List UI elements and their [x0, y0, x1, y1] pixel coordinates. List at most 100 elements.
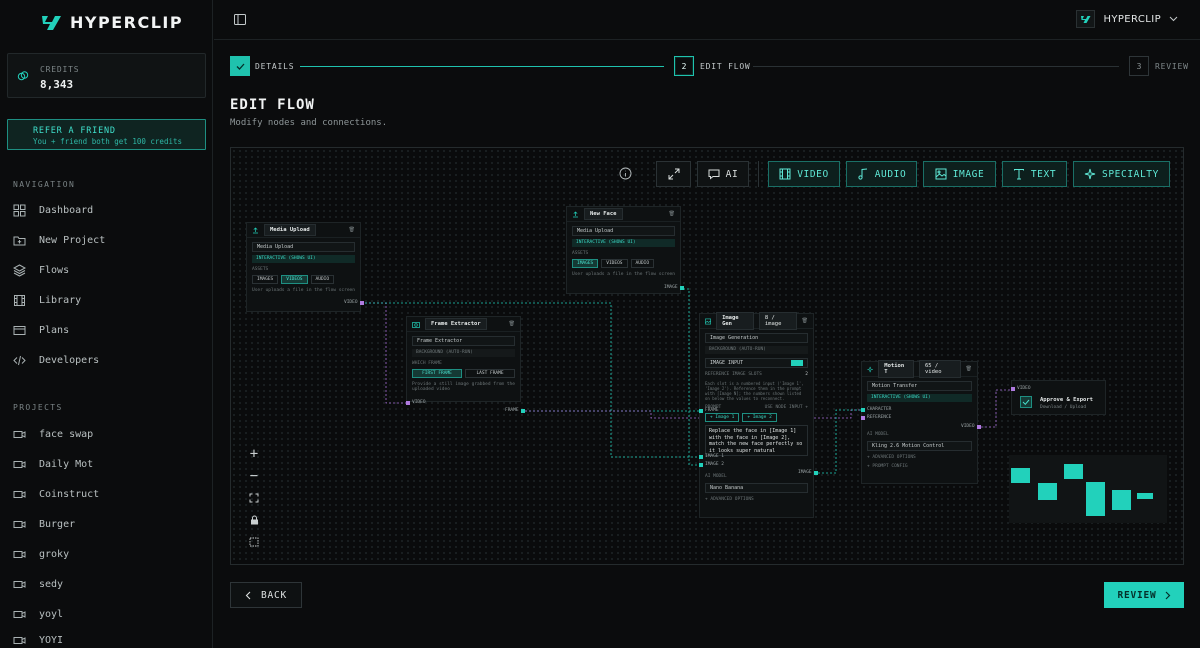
port-in-image-1[interactable]: IMAGE 1 — [699, 454, 724, 459]
selection-button[interactable] — [244, 532, 264, 552]
project-item[interactable]: YOYI — [13, 632, 63, 648]
port-in-character[interactable]: CHARACTER — [861, 407, 891, 412]
refer-friend-button[interactable]: REFER A FRIEND You + friend both get 100… — [7, 119, 206, 150]
nav-item-plans[interactable]: Plans — [13, 322, 69, 338]
trash-icon[interactable]: 🗑 — [802, 318, 808, 324]
credits-label: CREDITS — [40, 65, 80, 74]
node-title: New Face — [584, 208, 623, 220]
brand-name: HYPERCLIP — [70, 13, 184, 32]
chip-videos[interactable]: VIDEOS — [601, 259, 628, 268]
port-out-frame[interactable]: FRAME — [505, 408, 525, 413]
trash-icon[interactable]: 🗑 — [349, 227, 355, 233]
chip-first-frame[interactable]: FIRST FRAME — [412, 369, 462, 378]
advanced-options-toggle[interactable]: + ADVANCED OPTIONS — [705, 497, 808, 502]
category-label: TEXT — [1030, 168, 1057, 180]
port-in-image-2[interactable]: IMAGE 2 — [699, 462, 724, 467]
text-icon — [1013, 169, 1024, 180]
chip-image-1[interactable]: + Image 1 — [705, 413, 740, 422]
chip-images[interactable]: IMAGES — [572, 259, 599, 268]
project-item[interactable]: groky — [13, 546, 69, 562]
category-label: AUDIO — [874, 168, 907, 180]
user-menu[interactable]: HYPERCLIP — [1076, 10, 1178, 28]
lock-button[interactable] — [244, 510, 264, 530]
refer-subtitle: You + friend both get 100 credits — [33, 137, 183, 146]
nav-item-new-project[interactable]: New Project — [13, 232, 105, 248]
port-in-video[interactable]: VIDEO — [406, 400, 426, 405]
music-note-icon — [858, 168, 867, 180]
node-subtitle: Download / Upload — [1040, 405, 1087, 410]
ai-button[interactable]: AI — [697, 161, 749, 187]
review-button[interactable]: REVIEW — [1104, 582, 1184, 608]
category-audio-button[interactable]: AUDIO — [846, 161, 917, 187]
port-in-reference[interactable]: REFERENCE — [861, 415, 891, 420]
nav-item-flows[interactable]: Flows — [13, 262, 69, 278]
node-type-select[interactable]: Motion Transfer — [867, 381, 972, 391]
toggle-switch[interactable] — [791, 360, 803, 366]
chip-audio[interactable]: AUDIO — [310, 275, 335, 284]
sidebar-toggle-icon[interactable] — [234, 14, 246, 25]
prompt-textarea[interactable]: Replace the face in [Image 1] with the f… — [705, 425, 808, 456]
step-1-box[interactable] — [230, 56, 250, 76]
category-specialty-button[interactable]: SPECIALTY — [1073, 161, 1170, 187]
info-icon[interactable] — [619, 167, 632, 180]
back-button[interactable]: BACK — [230, 582, 302, 608]
node-image-gen[interactable]: Image Gen 8 / image 🗑 Image Generation B… — [699, 312, 814, 518]
model-select[interactable]: Kling 2.6 Motion Control — [867, 441, 972, 451]
coins-icon — [17, 71, 29, 81]
project-item[interactable]: Coinstruct — [13, 486, 99, 502]
node-new-face[interactable]: New Face 🗑 Media Upload INTERACTIVE (SHO… — [566, 206, 681, 294]
category-text-button[interactable]: TEXT — [1002, 161, 1067, 187]
use-node-input-button[interactable]: USE NODE INPUT + — [765, 405, 808, 410]
port-out-image[interactable]: IMAGE — [798, 470, 818, 475]
project-item[interactable]: face swap — [13, 426, 93, 442]
flow-canvas[interactable]: AI VIDEO AUDIO IMAGE TEXT SPECIALTY Medi — [230, 147, 1184, 565]
minimap[interactable] — [1009, 455, 1167, 523]
mode-badge: INTERACTIVE (SHOWS UI) — [252, 255, 355, 263]
chip-last-frame[interactable]: LAST FRAME — [465, 369, 515, 378]
node-type-select[interactable]: Media Upload — [252, 242, 355, 252]
node-motion-transfer[interactable]: Motion T 65 / video 🗑 Motion Transfer IN… — [861, 360, 978, 484]
node-type-select[interactable]: Image Generation — [705, 333, 808, 343]
nav-item-library[interactable]: Library — [13, 292, 81, 308]
node-type-select[interactable]: Media Upload — [572, 226, 675, 236]
chip-videos[interactable]: VIDEOS — [281, 275, 308, 284]
port-in-video[interactable]: VIDEO — [1011, 386, 1031, 391]
refs-count[interactable]: 2 — [805, 372, 808, 377]
project-item[interactable]: Daily Mot — [13, 456, 93, 472]
port-out-video[interactable]: VIDEO — [344, 300, 364, 305]
node-media-upload[interactable]: Media Upload 🗑 Media Upload INTERACTIVE … — [246, 222, 361, 312]
video-camera-icon — [13, 610, 26, 618]
port-in-frame[interactable]: FRAME — [699, 408, 719, 413]
trash-icon[interactable]: 🗑 — [669, 211, 675, 217]
chip-image-2[interactable]: + Image 2 — [742, 413, 777, 422]
fit-view-button[interactable] — [244, 488, 264, 508]
nav-item-dashboard[interactable]: Dashboard — [13, 202, 93, 218]
port-out-video[interactable]: VIDEO — [961, 424, 981, 429]
zoom-in-button[interactable]: + — [244, 444, 264, 464]
trash-icon[interactable]: 🗑 — [966, 366, 972, 372]
node-frame-extractor[interactable]: Frame Extractor 🗑 Frame Extractor BACKGR… — [406, 316, 521, 402]
category-image-button[interactable]: IMAGE — [923, 161, 996, 187]
node-type-select[interactable]: Frame Extractor — [412, 336, 515, 346]
nav-item-developers[interactable]: Developers — [13, 352, 99, 368]
image-input-toggle-row[interactable]: IMAGE INPUT — [705, 358, 808, 368]
port-out-image[interactable]: IMAGE — [664, 285, 684, 290]
trash-icon[interactable]: 🗑 — [509, 321, 515, 327]
step-3-box[interactable]: 3 — [1129, 56, 1149, 76]
model-select[interactable]: Nano Banana — [705, 483, 808, 493]
step-2-label: EDIT FLOW — [700, 62, 751, 71]
fullscreen-button[interactable] — [656, 161, 691, 187]
zoom-out-button[interactable]: − — [244, 466, 264, 486]
category-video-button[interactable]: VIDEO — [768, 161, 840, 187]
step-2-box[interactable]: 2 — [674, 56, 694, 76]
chip-images[interactable]: IMAGES — [252, 275, 279, 284]
chip-audio[interactable]: AUDIO — [630, 259, 655, 268]
project-item[interactable]: sedy — [13, 576, 63, 592]
model-label: AI MODEL — [705, 474, 727, 479]
logo[interactable]: HYPERCLIP — [40, 13, 183, 32]
advanced-options-toggle[interactable]: + ADVANCED OPTIONS — [867, 455, 972, 460]
project-item[interactable]: yoyl — [13, 606, 63, 622]
edge-imagegen-to-motion — [814, 409, 861, 474]
project-item[interactable]: Burger — [13, 516, 75, 532]
prompt-config-toggle[interactable]: + PROMPT CONFIG — [867, 464, 972, 469]
